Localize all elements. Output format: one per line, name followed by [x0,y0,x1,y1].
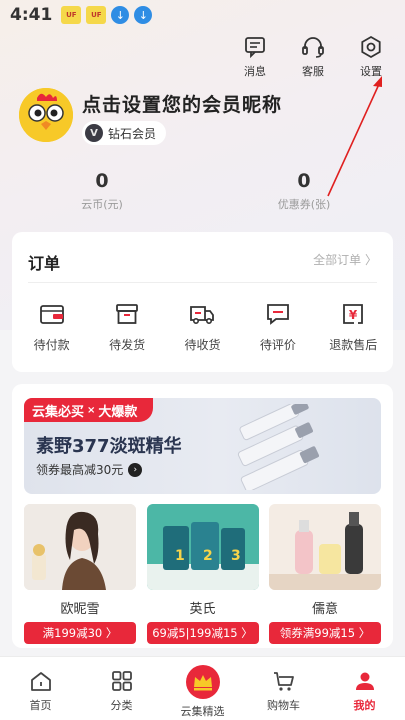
status-time: 4:41 [10,5,53,25]
svg-text:¥: ¥ [349,308,358,322]
serum-bottles-image [237,404,320,490]
comment-icon [266,304,289,325]
all-orders-link[interactable]: 全部订单 〉 [313,251,377,268]
svg-text:2: 2 [203,548,213,564]
crown-icon [185,665,220,699]
product-name: 欧昵雪 [60,602,100,617]
tab-category[interactable]: 分类 [81,657,162,720]
cloud-coin-label: 云币(元) [81,198,123,211]
order-item-label: 待评价 [259,338,296,352]
product-name: 儒意 [311,602,338,617]
pending-review-button[interactable]: 待评价 [243,300,313,353]
bottom-tab-bar: 首页 分类 云集精选 购物车 我的 [0,656,405,720]
tab-label: 云集精选 [180,705,225,718]
box-icon [116,304,138,324]
grid-icon [111,671,132,691]
cart-icon [273,672,294,691]
tab-label: 我的 [353,699,376,712]
svg-text:1: 1 [175,548,185,564]
product-card[interactable]: 欧昵雪 满199减30 〉 [24,504,136,644]
promo-banner[interactable]: 云集必买 × 大爆款 素野377淡斑精华 领券最高减30元 › [24,398,381,494]
coupon-stat[interactable]: 0 优惠券(张) [264,170,344,212]
avatar[interactable] [19,88,73,142]
tab-label: 首页 [29,699,52,712]
product-discount-tag[interactable]: 领券满99减15 〉 [269,622,381,644]
messages-button[interactable]: 消息 [235,34,275,79]
orders-card: 订单 全部订单 〉 待付款 待发货 待收货 待评价 ¥ 退款售后 [12,232,393,372]
user-icon [355,672,374,690]
diamond-member-icon: V [85,124,103,142]
promo-tag: 云集必买 × 大爆款 [24,398,154,422]
promo-tag-x: × [87,404,96,416]
product-image [269,504,381,590]
product-list: 欧昵雪 满199减30 〉 1 2 3 英氏 69减5|199减15 〉 儒意 … [24,504,381,644]
home-icon [30,672,51,691]
order-item-label: 待收货 [184,338,221,352]
tab-cart[interactable]: 购物车 [243,657,324,720]
product-card[interactable]: 1 2 3 英氏 69减5|199减15 〉 [146,504,259,644]
wallet-icon [39,305,64,324]
promo-card: 云集必买 × 大爆款 素野377淡斑精华 领券最高减30元 › 欧昵雪 满199… [12,384,393,648]
headset-icon [302,37,324,58]
message-icon [245,37,265,59]
refund-icon: ¥ [343,304,364,324]
truck-icon [190,306,215,324]
banner-subtitle: 领券最高减30元 › [36,461,143,478]
order-item-label: 待付款 [33,338,70,352]
cloud-coin-stat[interactable]: 0 云币(元) [62,170,142,212]
coupon-value: 0 [297,170,311,192]
app-icon: UF [61,6,82,24]
pending-receipt-button[interactable]: 待收货 [167,300,237,353]
tab-featured[interactable]: 云集精选 [162,657,243,720]
app-icon: UF [86,6,107,24]
download-icon: ↓ [111,6,130,24]
status-bar: 4:41 UF UF ↓ ↓ [0,0,405,30]
tab-home[interactable]: 首页 [0,657,81,720]
arrow-right-icon: › [128,462,143,477]
refund-aftersale-button[interactable]: ¥ 退款售后 [318,300,388,353]
pending-shipment-button[interactable]: 待发货 [92,300,162,353]
orders-title: 订单 [28,254,61,273]
nickname-prompt[interactable]: 点击设置您的会员昵称 [82,90,282,117]
product-image [24,504,136,590]
banner-title: 素野377淡斑精华 [36,436,182,457]
tab-me[interactable]: 我的 [324,657,405,720]
settings-icon [361,35,381,59]
divider [28,282,377,283]
order-status-row: 待付款 待发货 待收货 待评价 ¥ 退款售后 [12,300,393,353]
pending-payment-button[interactable]: 待付款 [17,300,87,353]
order-item-label: 待发货 [109,338,146,352]
order-item-label: 退款售后 [329,338,378,352]
chick-avatar-icon [19,88,73,142]
promo-tag-right: 大爆款 [98,404,138,420]
banner-subtitle-text: 领券最高减30元 [36,463,124,477]
promo-tag-left: 云集必买 [32,404,85,420]
member-level-label: 钻石会员 [108,126,157,141]
product-image: 1 2 3 [146,504,259,590]
cloud-coin-value: 0 [95,170,109,192]
product-card[interactable]: 儒意 领券满99减15 〉 [269,504,381,644]
messages-label: 消息 [244,65,266,78]
product-discount-tag[interactable]: 69减5|199减15 〉 [146,622,259,644]
svg-text:3: 3 [231,548,241,564]
product-discount-tag[interactable]: 满199减30 〉 [24,622,136,644]
tab-label: 购物车 [267,699,300,712]
coupon-label: 优惠券(张) [277,198,331,211]
member-level-badge[interactable]: V 钻石会员 [82,121,167,145]
tab-label: 分类 [110,699,133,712]
download-icon: ↓ [134,6,153,24]
product-name: 英氏 [189,602,216,617]
